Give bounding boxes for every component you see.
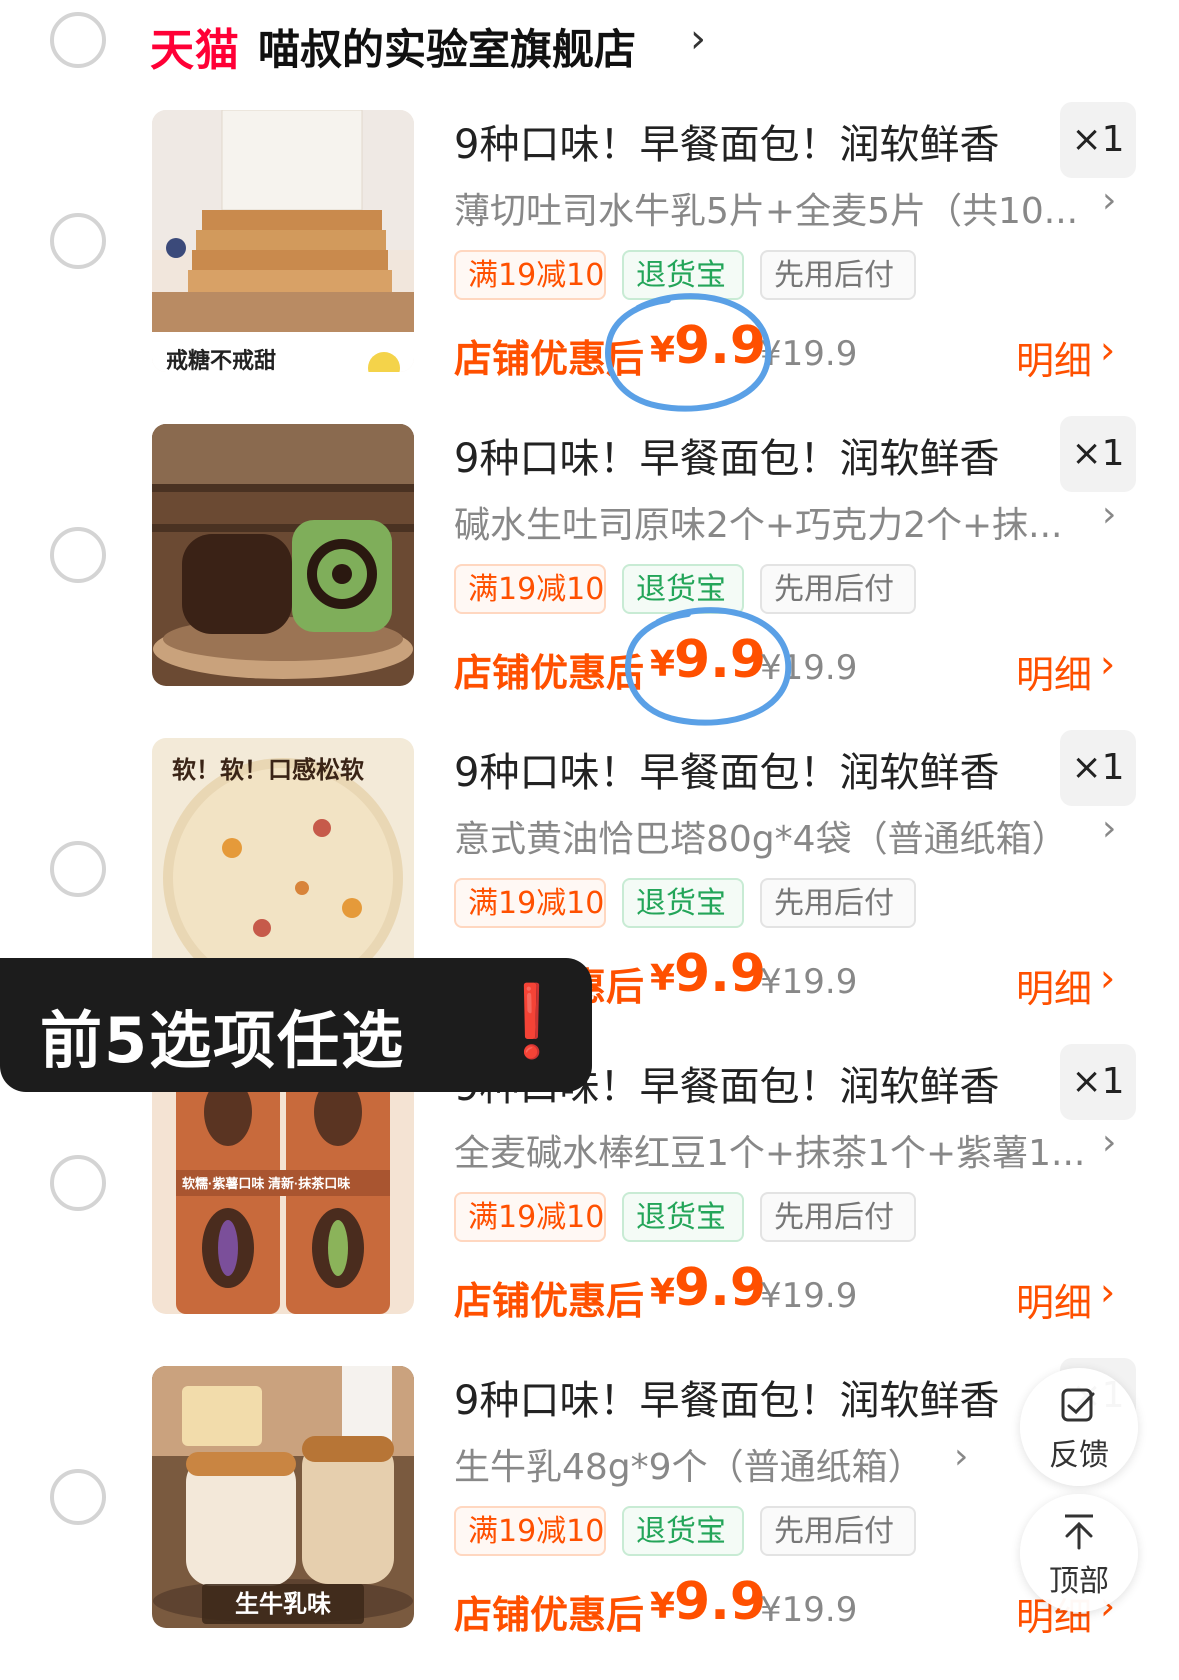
item-select-radio[interactable] — [50, 213, 106, 269]
pay-later-tag: 先用后付 — [760, 1506, 916, 1556]
back-to-top-button[interactable]: 顶部 — [1020, 1494, 1138, 1612]
original-price: ¥19.9 — [760, 334, 858, 374]
product-thumbnail[interactable]: 戒糖不戒甜 — [152, 110, 414, 372]
product-thumbnail[interactable] — [152, 424, 414, 686]
price-value: 9.9 — [674, 316, 767, 376]
currency-symbol: ¥ — [650, 958, 676, 999]
return-tag: 退货宝 — [622, 878, 744, 928]
promo-tag: 满19减10 — [454, 564, 606, 614]
item-spec[interactable]: 生牛乳48g*9个（普通纸箱） — [454, 1438, 924, 1490]
currency-symbol: ¥ — [650, 1586, 676, 1627]
item-title[interactable]: 9种口味！早餐面包！润软鲜香 — [454, 740, 999, 798]
pay-later-tag: 先用后付 — [760, 250, 916, 300]
cart-item: 戒糖不戒甜 9种口味！早餐面包！润软鲜香 ×1 薄切吐司水牛乳5片+全麦5片（共… — [0, 102, 1179, 424]
currency-symbol: ¥ — [650, 330, 676, 371]
chevron-right-icon[interactable]: › — [954, 1436, 968, 1477]
item-spec[interactable]: 薄切吐司水牛乳5片+全麦5片（共10... — [454, 182, 1078, 234]
chevron-right-icon[interactable]: › — [1100, 328, 1115, 372]
feedback-label: 反馈 — [1049, 1438, 1109, 1473]
pay-later-tag: 先用后付 — [760, 1192, 916, 1242]
detail-link[interactable]: 明细 — [1016, 1272, 1092, 1327]
chevron-right-icon[interactable]: › — [1102, 180, 1116, 221]
quantity-button[interactable]: ×1 — [1060, 416, 1136, 492]
tmall-logo: 天猫 — [150, 25, 240, 76]
quantity-button[interactable]: ×1 — [1060, 102, 1136, 178]
return-tag: 退货宝 — [622, 250, 744, 300]
overlay-text: 前5选项任选 — [40, 1004, 406, 1077]
price-value: 9.9 — [674, 1258, 767, 1318]
quantity-button[interactable]: ×1 — [1060, 730, 1136, 806]
cart-item: 软糯·紫薯口味 清新·抹茶口味 9种口味！早餐面包！润软鲜香 ×1 全麦碱水棒红… — [0, 1044, 1179, 1366]
shop-select-radio[interactable] — [50, 12, 106, 68]
price-label: 店铺优惠后 — [454, 1279, 645, 1323]
feedback-icon — [1061, 1388, 1095, 1422]
detail-link[interactable]: 明细 — [1016, 330, 1092, 385]
thumb-caption: 软！软！口感松软 — [172, 756, 364, 784]
return-tag: 退货宝 — [622, 564, 744, 614]
return-tag: 退货宝 — [622, 1192, 744, 1242]
original-price: ¥19.9 — [760, 1590, 858, 1630]
quantity-button[interactable]: ×1 — [1060, 1044, 1136, 1120]
overlay-banner: 前5选项任选 ❗ — [0, 958, 592, 1092]
item-spec[interactable]: 意式黄油恰巴塔80g*4袋（普通纸箱） — [454, 810, 1068, 862]
item-title[interactable]: 9种口味！早餐面包！润软鲜香 — [454, 112, 999, 170]
item-select-radio[interactable] — [50, 841, 106, 897]
exclamation-icon: ❗ — [488, 980, 576, 1062]
detail-link[interactable]: 明细 — [1016, 644, 1092, 699]
chevron-right-icon[interactable]: › — [1102, 1122, 1116, 1163]
shop-header: 天猫 喵叔的实验室旗舰店 › — [0, 0, 1179, 92]
chevron-right-icon[interactable]: › — [1102, 494, 1116, 535]
original-price: ¥19.9 — [760, 1276, 858, 1316]
item-title[interactable]: 9种口味！早餐面包！润软鲜香 — [454, 1368, 999, 1426]
shop-name[interactable]: 喵叔的实验室旗舰店 — [258, 16, 636, 77]
item-spec[interactable]: 全麦碱水棒红豆1个+抹茶1个+紫薯1... — [454, 1124, 1085, 1176]
thumb-caption: 生牛乳味 — [235, 1590, 331, 1618]
original-price: ¥19.9 — [760, 648, 858, 688]
chevron-right-icon[interactable]: › — [1100, 956, 1115, 1000]
return-tag: 退货宝 — [622, 1506, 744, 1556]
chevron-right-icon[interactable]: › — [1100, 1270, 1115, 1314]
cart-item: 9种口味！早餐面包！润软鲜香 ×1 碱水生吐司原味2个+巧克力2个+抹... ›… — [0, 416, 1179, 738]
price-label: 店铺优惠后 — [454, 337, 645, 381]
price-label: 店铺优惠后 — [454, 1593, 645, 1637]
promo-tag: 满19减10 — [454, 1506, 606, 1556]
feedback-button[interactable]: 反馈 — [1020, 1368, 1138, 1486]
pay-later-tag: 先用后付 — [760, 878, 916, 928]
item-spec[interactable]: 碱水生吐司原味2个+巧克力2个+抹... — [454, 496, 1062, 548]
chevron-right-icon[interactable]: › — [690, 16, 706, 62]
price-value: 9.9 — [674, 944, 767, 1004]
chevron-right-icon[interactable]: › — [1102, 808, 1116, 849]
top-label: 顶部 — [1049, 1564, 1109, 1599]
item-title[interactable]: 9种口味！早餐面包！润软鲜香 — [454, 426, 999, 484]
price-value: 9.9 — [674, 1572, 767, 1632]
cart-item: 生牛乳味 9种口味！早餐面包！润软鲜香 ×1 生牛乳48g*9个（普通纸箱） ›… — [0, 1358, 1179, 1680]
thumb-caption: 软糯·紫薯口味 清新·抹茶口味 — [182, 1176, 350, 1191]
price-label: 店铺优惠后 — [454, 651, 645, 695]
promo-tag: 满19减10 — [454, 250, 606, 300]
item-select-radio[interactable] — [50, 1469, 106, 1525]
pay-later-tag: 先用后付 — [760, 564, 916, 614]
promo-tag: 满19减10 — [454, 878, 606, 928]
price-value: 9.9 — [674, 630, 767, 690]
arrow-up-icon — [1065, 1514, 1093, 1550]
item-select-radio[interactable] — [50, 1155, 106, 1211]
promo-tag: 满19减10 — [454, 1192, 606, 1242]
currency-symbol: ¥ — [650, 1272, 676, 1313]
item-select-radio[interactable] — [50, 527, 106, 583]
thumb-caption: 戒糖不戒甜 — [166, 348, 276, 372]
original-price: ¥19.9 — [760, 962, 858, 1002]
chevron-right-icon[interactable]: › — [1100, 642, 1115, 686]
product-thumbnail[interactable]: 生牛乳味 — [152, 1366, 414, 1628]
currency-symbol: ¥ — [650, 644, 676, 685]
detail-link[interactable]: 明细 — [1016, 958, 1092, 1013]
